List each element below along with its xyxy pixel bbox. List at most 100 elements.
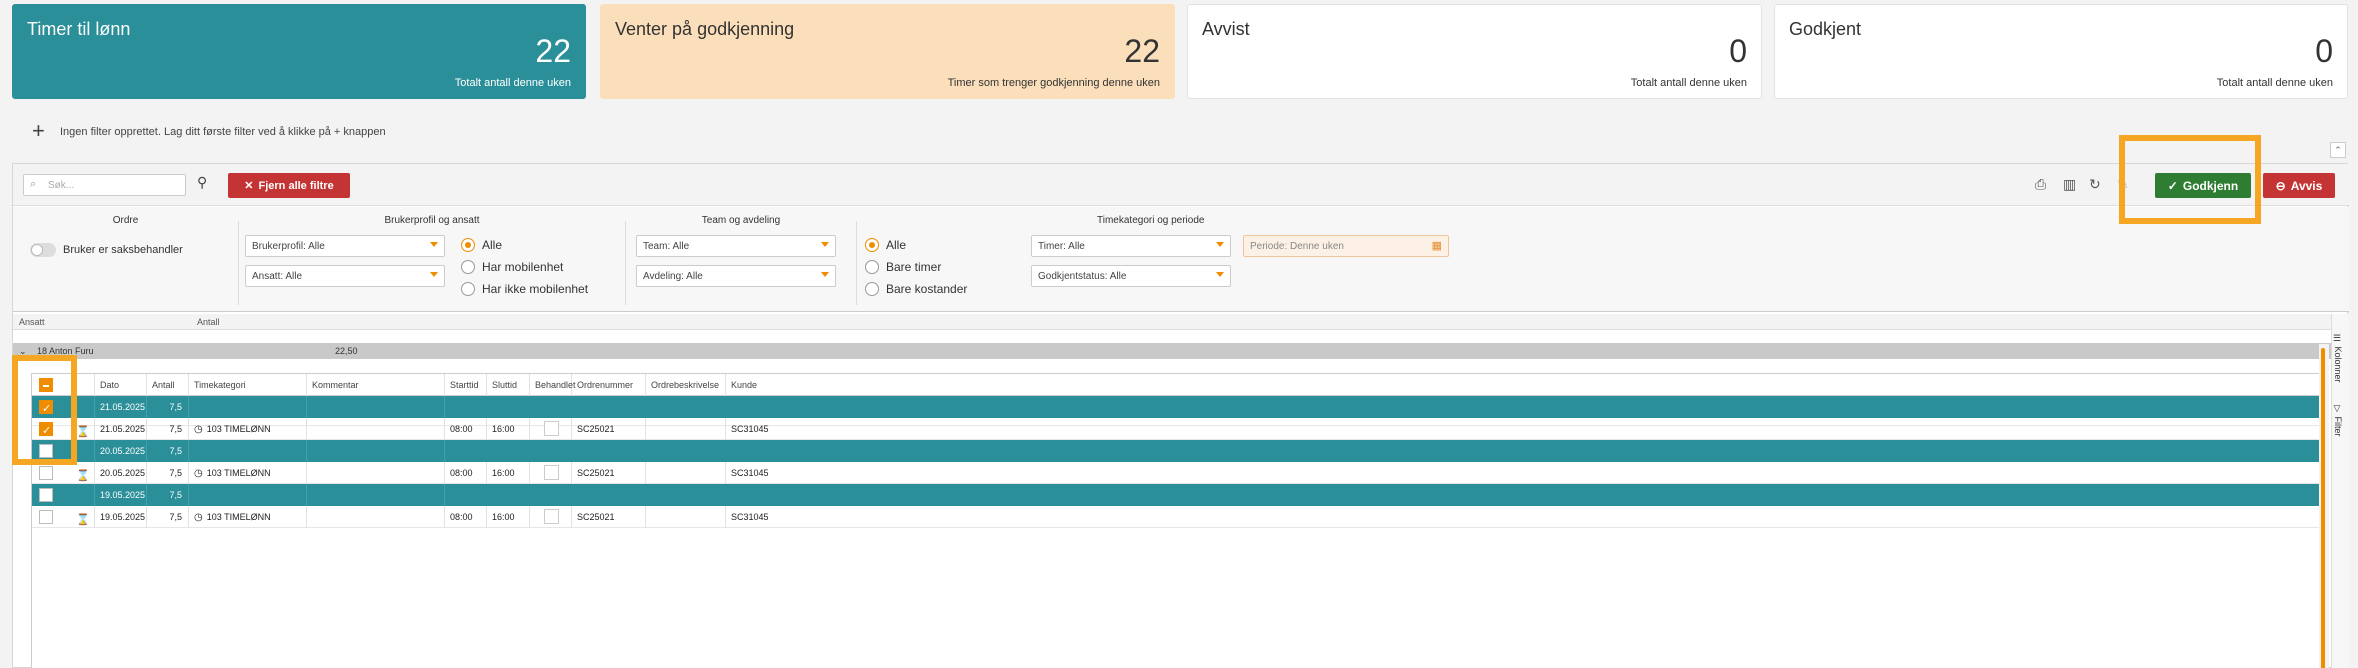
col-timekategori[interactable]: Timekategori — [189, 374, 307, 396]
cell-kunde: SC31045 — [731, 424, 769, 434]
collapse-up-icon[interactable]: ⌃ — [2330, 142, 2346, 158]
filter-area: Ordre Bruker er saksbehandler Brukerprof… — [13, 207, 2349, 312]
card-timer-til-lonn[interactable]: Timer til lønn 22 Totalt antall denne uk… — [12, 4, 586, 99]
table-row[interactable]: 20.05.2025 7,5 — [32, 440, 2320, 462]
card-title: Timer til lønn — [27, 19, 131, 39]
cell-antall: 7,5 — [147, 440, 189, 462]
table-header: Dato Antall Timekategori Kommentar Start… — [32, 374, 2320, 396]
cell-behandlet — [530, 418, 572, 440]
section-heading: Brukerprofil og ansatt — [384, 215, 480, 226]
behandlet-checkbox[interactable] — [544, 465, 559, 480]
radio-dot — [461, 238, 475, 252]
filter-panel-tab[interactable]: ▽ Filter — [2333, 404, 2343, 437]
cell-kommentar[interactable] — [307, 462, 445, 484]
select-value: Ansatt: Alle — [252, 271, 303, 282]
saksbehandler-toggle[interactable] — [30, 243, 56, 257]
cell-empty — [189, 484, 307, 506]
search-input[interactable]: ⌕ Søk... — [23, 174, 186, 196]
columns-panel-tab[interactable]: ☰ Kolonner — [2333, 334, 2343, 383]
checkbox-highlight-box — [12, 355, 77, 465]
card-subtitle: Totalt antall denne uken — [2216, 77, 2333, 89]
card-godkjent[interactable]: Godkjent 0 Totalt antall denne uken — [1774, 4, 2348, 99]
dept-select[interactable]: Avdeling: Alle — [636, 265, 836, 287]
group-header: Ansatt Antall — [13, 314, 2331, 330]
table-row[interactable]: ⌛ 19.05.2025 7,5 ◷ 103 TIMELØNN 08:00 16:… — [32, 506, 2320, 528]
close-icon: ✕ — [244, 180, 254, 192]
cell-timekategori: ◷ 103 TIMELØNN — [189, 506, 307, 528]
cell-kunde: SC31045 — [731, 468, 769, 478]
row-select-cell: ⌛ — [32, 462, 95, 484]
hourglass-icon: ⌛ — [76, 514, 90, 526]
row-checkbox[interactable] — [39, 510, 53, 524]
cell-empty — [307, 484, 445, 506]
col-kommentar[interactable]: Kommentar — [307, 374, 445, 396]
select-value: Brukerprofil: Alle — [252, 241, 325, 252]
category-text: 103 TIMELØNN — [206, 468, 271, 478]
col-sluttid[interactable]: Sluttid — [487, 374, 530, 396]
chevron-down-icon — [1216, 272, 1224, 277]
reject-label: Avvis — [2290, 178, 2323, 193]
col-behandlet[interactable]: Behandlet — [530, 374, 576, 396]
employee-select[interactable]: Ansatt: Alle — [245, 265, 445, 287]
status-select[interactable]: Godkjentstatus: Alle — [1031, 265, 1231, 287]
cell-ordrebeskrivelse — [646, 462, 726, 484]
radio-label: Bare kostander — [886, 282, 968, 296]
behandlet-checkbox[interactable] — [544, 509, 559, 524]
profile-select[interactable]: Brukerprofil: Alle — [245, 235, 445, 257]
section-heading: Ordre — [112, 215, 139, 226]
cell-sluttid: 16:00 — [487, 506, 530, 528]
minus-circle-icon: ⊖ — [2275, 178, 2286, 193]
row-checkbox[interactable] — [39, 466, 53, 480]
side-rail: ☰ Kolonner ▽ Filter — [2331, 314, 2349, 668]
cell-timekategori: ◷ 103 TIMELØNN — [189, 462, 307, 484]
card-avvist[interactable]: Avvist 0 Totalt antall denne uken — [1187, 4, 1762, 99]
timer-select[interactable]: Timer: Alle — [1031, 235, 1231, 257]
card-title: Avvist — [1202, 19, 1250, 39]
rail-filter-label: Filter — [2333, 416, 2343, 437]
refresh-icon[interactable]: ↻ — [2089, 176, 2101, 193]
col-antall[interactable]: Antall — [147, 374, 189, 396]
chevron-down-icon — [430, 272, 438, 277]
scrollbar-thumb[interactable] — [2321, 348, 2325, 668]
card-title: Venter på godkjenning — [615, 19, 795, 39]
clock-icon: ◷ — [194, 424, 203, 435]
cell-ordrebeskrivelse — [646, 418, 726, 440]
export-icon[interactable]: ⎙ — [2035, 176, 2046, 193]
radio-label: Bare timer — [886, 260, 942, 274]
group-total: 22,50 — [335, 346, 358, 356]
filter-section-ordre: Ordre Bruker er saksbehandler — [13, 207, 238, 307]
team-select[interactable]: Team: Alle — [636, 235, 836, 257]
cell-starttid: 08:00 — [445, 506, 487, 528]
row-checkbox[interactable] — [39, 488, 53, 502]
category-text: 103 TIMELØNN — [206, 512, 271, 522]
cell-antall: 7,5 — [147, 484, 189, 506]
cell-kommentar[interactable] — [307, 506, 445, 528]
reject-button[interactable]: ⊖ Avvis — [2263, 173, 2335, 198]
table-row[interactable]: ⌛ 21.05.2025 7,5 ◷103 TIMELØNN 08:00 16:… — [32, 418, 2320, 442]
col-ordrebeskrivelse[interactable]: Ordrebeskrivelse — [646, 374, 726, 396]
filter-section-bruker: Brukerprofil og ansatt Brukerprofil: All… — [239, 207, 625, 307]
card-value: 22 — [535, 33, 571, 69]
col-starttid[interactable]: Starttid — [445, 374, 487, 396]
radio-dot — [461, 260, 475, 274]
add-filter-icon[interactable]: + — [32, 118, 45, 144]
card-venter-pa-godkjenning[interactable]: Venter på godkjenning 22 Timer som treng… — [600, 4, 1175, 99]
period-select[interactable]: Periode: Denne uken ▦ — [1243, 235, 1449, 257]
chevron-down-icon — [821, 242, 829, 247]
col-kunde[interactable]: Kunde — [726, 374, 2322, 396]
group-header-ansatt: Ansatt — [19, 317, 45, 327]
filter-settings-icon[interactable]: ⚲ — [197, 174, 207, 191]
behandlet-checkbox[interactable] — [544, 421, 559, 436]
toolbar: ⌕ Søk... ⚲ ✕ Fjern alle filtre ⎙ ▥ ↻ ✎ ✓… — [13, 164, 2349, 206]
cell-kommentar[interactable] — [307, 418, 445, 440]
group-row[interactable]: ⌄ 18 Anton Furu 22,50 — [13, 343, 2331, 359]
table-row[interactable]: 19.05.2025 7,5 — [32, 484, 2320, 506]
chevron-down-icon — [430, 242, 438, 247]
clear-filters-button[interactable]: ✕ Fjern alle filtre — [228, 173, 350, 198]
card-subtitle: Totalt antall denne uken — [1630, 77, 1747, 89]
cell-sluttid: 16:00 — [487, 418, 530, 440]
col-ordrenummer[interactable]: Ordrenummer — [572, 374, 646, 396]
table-row[interactable]: ⌛ 20.05.2025 7,5 ◷ 103 TIMELØNN 08:00 16:… — [32, 462, 2320, 484]
col-dato[interactable]: Dato — [95, 374, 147, 396]
columns-icon[interactable]: ▥ — [2063, 176, 2076, 193]
